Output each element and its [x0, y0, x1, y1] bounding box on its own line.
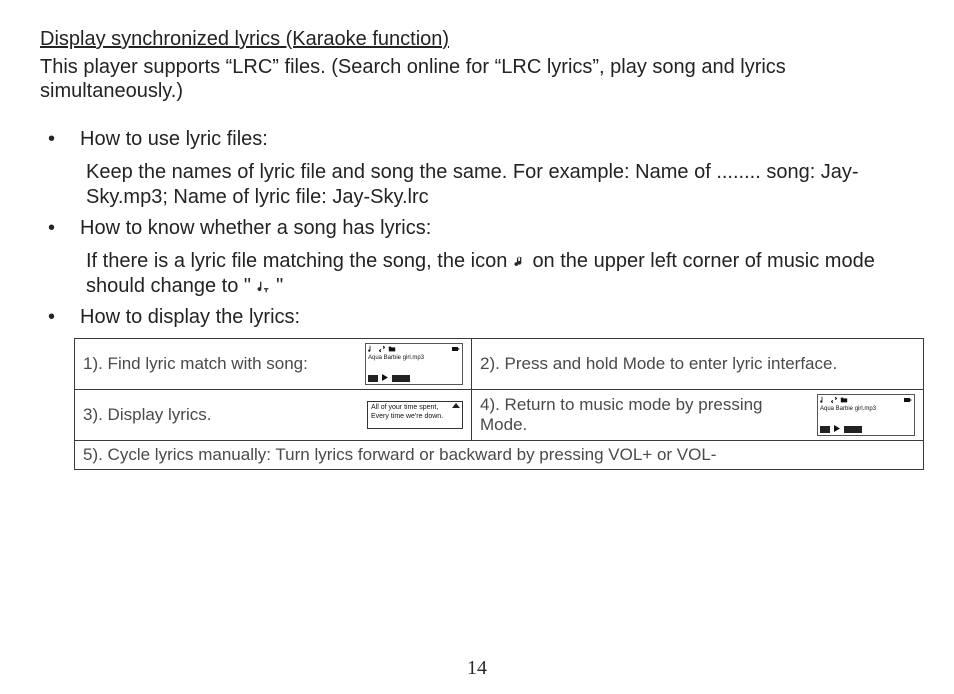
repeat-icon: [830, 396, 838, 404]
bullet-how-to-use-body: Keep the names of lyric file and song th…: [40, 160, 914, 210]
bullet-display-lyrics: How to display the lyrics:: [40, 305, 914, 330]
table-row: 1). Find lyric match with song: Aqua Bar…: [75, 339, 924, 390]
bullet-title: How to know whether a song has lyrics:: [80, 217, 431, 239]
music-note-icon: [820, 396, 828, 404]
lyrics-steps-table: 1). Find lyric match with song: Aqua Bar…: [74, 338, 924, 470]
bullet-has-lyrics: How to know whether a song has lyrics:: [40, 216, 914, 241]
step-3-text: 3). Display lyrics.: [83, 405, 357, 425]
folder-icon: [840, 396, 848, 404]
stop-icon: [368, 375, 378, 382]
intro-paragraph: This player supports “LRC” files. (Searc…: [40, 55, 914, 103]
bullet-has-lyrics-body: If there is a lyric file matching the so…: [40, 249, 914, 299]
progress-icon: [844, 426, 862, 433]
body-part-a: If there is a lyric file matching the so…: [86, 250, 513, 272]
table-row: 3). Display lyrics. All of your time spe…: [75, 390, 924, 441]
up-triangle-icon: [452, 403, 460, 408]
battery-icon: [904, 396, 912, 404]
play-icon: [382, 374, 390, 383]
music-note-icon: [368, 345, 376, 353]
step-2-text: 2). Press and hold Mode to enter lyric i…: [480, 354, 915, 374]
music-note-icon: [513, 249, 527, 274]
bullet-title: How to use lyric files:: [80, 128, 268, 150]
bullet-how-to-use: How to use lyric files:: [40, 127, 914, 152]
step-4-text: 4). Return to music mode by pressing Mod…: [480, 395, 807, 435]
repeat-icon: [378, 345, 386, 353]
music-note-t-icon: [257, 274, 271, 299]
page-number: 14: [0, 657, 954, 680]
stop-icon: [820, 426, 830, 433]
bullet-title: How to display the lyrics:: [80, 306, 300, 328]
player-screen-thumbnail: Aqua Barbie girl.mp3: [365, 343, 463, 385]
lyric-line: All of your time spent,: [371, 404, 459, 412]
lyrics-screen-thumbnail: All of your time spent, Every time we're…: [367, 401, 463, 429]
step-1-text: 1). Find lyric match with song:: [83, 354, 355, 374]
table-row: 5). Cycle lyrics manually: Turn lyrics f…: [75, 441, 924, 470]
song-title: Aqua Barbie girl.mp3: [366, 354, 462, 362]
lyric-line: Every time we're down.: [371, 413, 459, 421]
body-part-c: ": [276, 275, 283, 297]
step-5-text: 5). Cycle lyrics manually: Turn lyrics f…: [75, 441, 924, 470]
progress-icon: [392, 375, 410, 382]
song-title: Aqua Barbie girl.mp3: [818, 405, 914, 413]
play-icon: [834, 425, 842, 434]
section-heading: Display synchronized lyrics (Karaoke fun…: [40, 28, 914, 51]
folder-icon: [388, 345, 396, 353]
player-screen-thumbnail: Aqua Barbie girl.mp3: [817, 394, 915, 436]
battery-icon: [452, 345, 460, 353]
